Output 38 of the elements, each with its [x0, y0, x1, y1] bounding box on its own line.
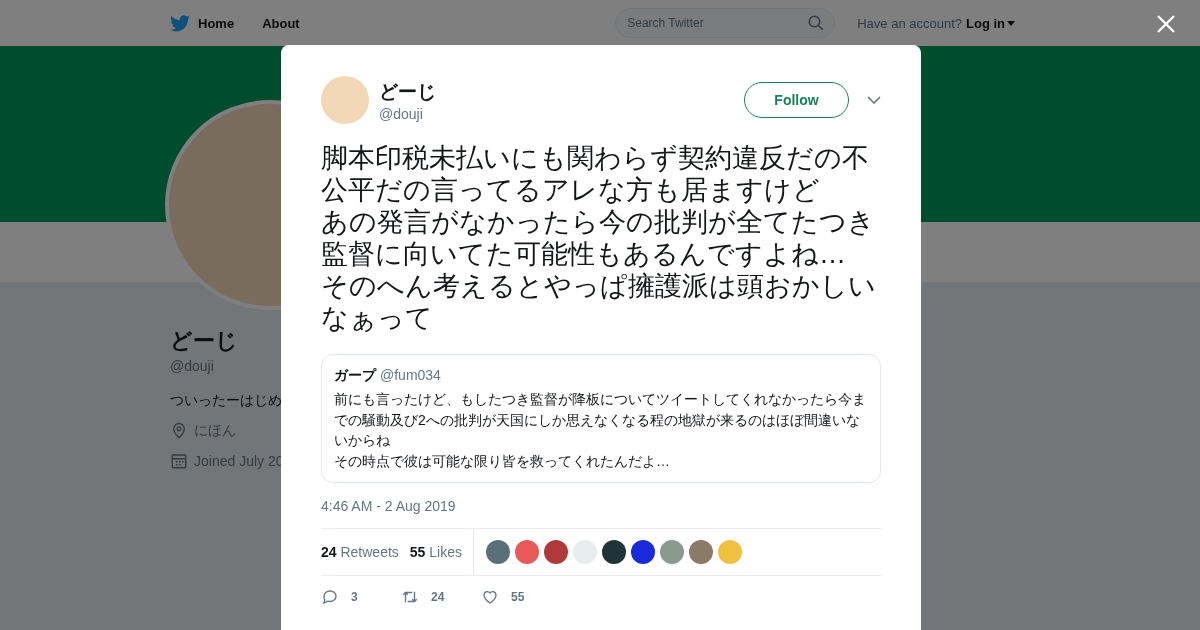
tweet-text: 脚本印税未払いにも関わらず契約違反だの不公平だの言ってるアレな方も居ますけど [321, 142, 870, 206]
quoted-author-name: ガープ [334, 367, 376, 385]
quoted-author-handle: @fum034 [380, 367, 441, 383]
tweet-text: あの発言がなかったら今の批判が全てたつき監督に向いてた可能性もあるんですよね… [321, 206, 876, 270]
search-field[interactable]: Search Twitter [615, 8, 836, 38]
heart-icon [481, 588, 499, 606]
author-handle[interactable]: @douji [379, 105, 423, 122]
caret-icon [1007, 20, 1015, 26]
quoted-tweet-text: 前にも言ったけど、もしたつき監督が降板についてツイートしてくれなかったら今までの騒動及び2への批判が天国にしか思えなくなる程の地獄が来るのはほぼ間違いないからね [334, 390, 867, 450]
bird-icon [170, 14, 190, 32]
profile-handle: @douji [170, 358, 214, 374]
search-icon [807, 14, 826, 32]
profile-location: にほん [194, 422, 236, 440]
liker-avatar[interactable] [544, 540, 568, 564]
liker-avatar[interactable] [631, 540, 655, 564]
close-icon[interactable] [1156, 14, 1176, 34]
quoted-tweet[interactable]: ガープ @fum034 前にも言ったけど、もしたつき監督が降板についてツイートしてくれなかったら今までの騒動及び2への批判が天国にしか思えなくなる程の地獄が来るのはほぼ間違いないからね その時点で彼は可能な限り皆を救ってくれたんだよ… [321, 354, 881, 483]
nav-link[interactable]: Home [198, 15, 235, 31]
like-action-count: 55 [511, 590, 525, 604]
speech-bubble-icon [321, 588, 339, 606]
login-link[interactable]: Log in [966, 15, 1015, 31]
like-count[interactable]: 55 Likes [409, 544, 462, 560]
profile-bio: ついったーはじめ [170, 392, 282, 410]
retweet-action-count: 24 [431, 590, 445, 604]
retweet-count[interactable]: 24 Retweets [321, 544, 399, 560]
liker-avatar[interactable] [602, 540, 626, 564]
follow-button[interactable]: Follow [744, 82, 849, 118]
nav-link[interactable]: About [262, 15, 300, 31]
tweet-text: そのへん考えるとやっぱ擁護派は頭おかしいなぁって [321, 270, 877, 334]
reply-count: 3 [351, 590, 358, 604]
quoted-tweet-text: その時点で彼は可能な限り皆を救ってくれたんだよ… [334, 451, 671, 471]
location-pin-icon [170, 422, 188, 440]
calendar-icon [170, 452, 188, 470]
tweet-timestamp[interactable]: 4:46 AM - 2 Aug 2019 [321, 498, 881, 514]
chevron-icon[interactable] [867, 96, 881, 104]
account-prompt: Have an account? [857, 15, 962, 31]
author-name[interactable]: どーじ [379, 78, 436, 105]
profile-name: どーじ [170, 327, 238, 355]
